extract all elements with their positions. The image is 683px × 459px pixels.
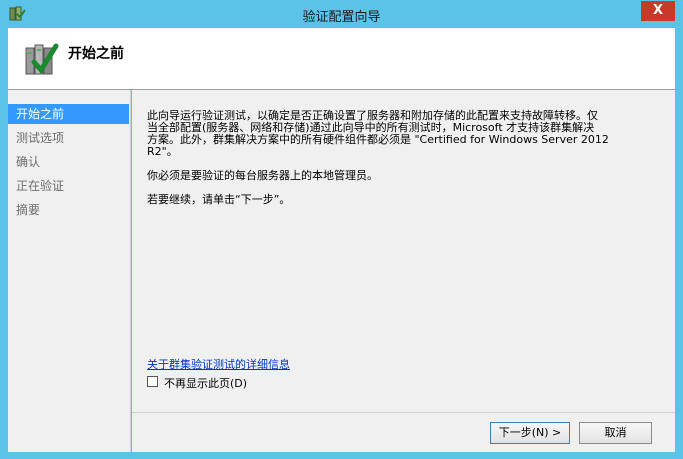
next-button[interactable]: 下一步(N) > (490, 422, 570, 444)
wizard-header: 开始之前 (8, 28, 675, 89)
validation-info-link[interactable]: 关于群集验证测试的详细信息 (147, 356, 290, 372)
validation-check-icon (25, 43, 59, 75)
wizard-content: 此向导运行验证测试，以确定是否正确设置了服务器和附加存储的此配置来支持故障转移。… (132, 90, 675, 412)
continue-note: 若要继续，请单击“下一步”。 (147, 193, 291, 206)
wizard-steps-sidebar: 开始之前 测试选项 确认 正在验证 摘要 (8, 90, 131, 452)
admin-note: 你必须是要验证的每台服务器上的本地管理员。 (147, 169, 378, 182)
window-title: 验证配置向导 (302, 10, 381, 25)
title-bar[interactable]: 验证配置向导 X (0, 0, 683, 28)
page-title: 开始之前 (68, 46, 124, 62)
dont-show-again-checkbox[interactable] (147, 376, 158, 387)
sidebar-item-summary: 摘要 (16, 203, 41, 217)
intro-line: R2"。 (147, 145, 178, 158)
sidebar-item-before-you-begin[interactable]: 开始之前 (8, 104, 129, 124)
sidebar-item-confirmation: 确认 (16, 155, 41, 169)
cancel-button[interactable]: 取消 (579, 422, 652, 444)
sidebar-item-validating: 正在验证 (16, 179, 65, 193)
wizard-window: 验证配置向导 X 开始之前 开始之前 测试选项 确认 正在验证 摘要 此向导运行… (0, 0, 683, 459)
sidebar-item-testing-options: 测试选项 (16, 131, 65, 145)
intro-line: 方案。此外，群集解决方案中的所有硬件组件都必须是 "Certified for … (147, 133, 609, 146)
dont-show-again-label[interactable]: 不再显示此页(D) (164, 375, 247, 391)
wizard-footer: 下一步(N) > 取消 (132, 412, 675, 452)
intro-paragraph: 此向导运行验证测试，以确定是否正确设置了服务器和附加存储的此配置来支持故障转移。… (147, 110, 657, 158)
close-button[interactable]: X (641, 1, 675, 21)
